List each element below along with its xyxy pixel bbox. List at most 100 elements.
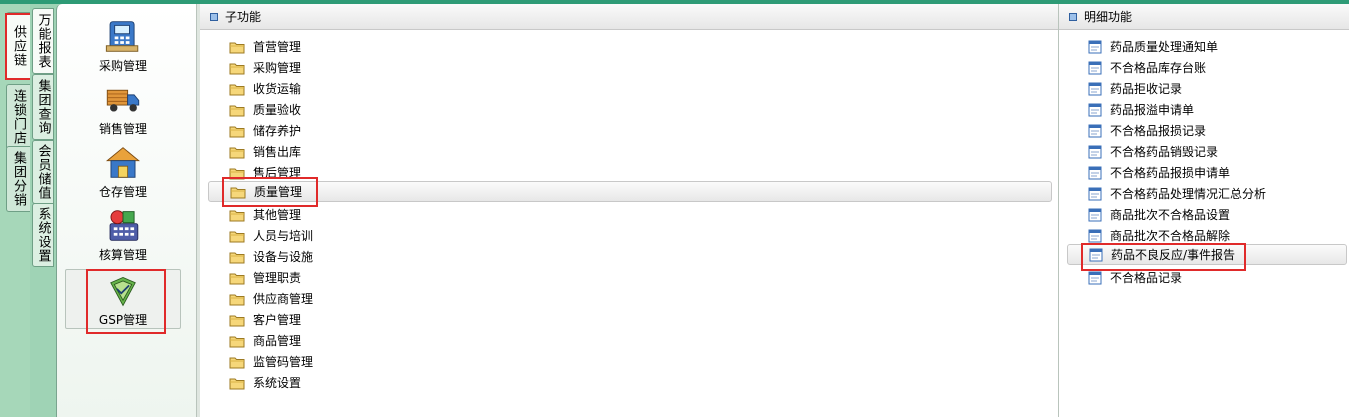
folder-icon (229, 336, 245, 347)
module-list: 采购管理 销售管理 仓存管理 核算管理 GSP管理 (56, 4, 196, 417)
sub-function-item[interactable]: 采购管理 (229, 57, 301, 78)
item-label: 药品质量处理通知单 (1110, 40, 1219, 54)
panel-title: 明细功能 (1084, 10, 1133, 24)
module-label: 采购管理 (98, 59, 147, 73)
folder-icon (229, 42, 245, 53)
item-label: 商品批次不合格品解除 (1110, 229, 1231, 243)
folder-icon (229, 147, 245, 158)
detail-function-item[interactable]: 不合格品库存台账 (1088, 57, 1206, 78)
header-bullet-icon (1069, 12, 1077, 21)
folder-icon (229, 210, 245, 221)
module-sales[interactable]: 销售管理 (65, 77, 181, 137)
outer-tab-group-distribution[interactable]: 集团分销 (6, 146, 30, 212)
detail-function-item[interactable]: 不合格药品处理情况汇总分析 (1088, 183, 1266, 204)
detail-function-item[interactable]: 药品质量处理通知单 (1088, 36, 1218, 57)
inner-tab-system-settings[interactable]: 系统设置 (32, 203, 54, 267)
sub-function-item[interactable]: 质量验收 (229, 99, 301, 120)
item-label: 售后管理 (253, 166, 302, 180)
item-label: 管理职责 (253, 271, 302, 285)
sub-function-item[interactable]: 质量管理 (208, 181, 1052, 202)
item-label: 商品管理 (253, 334, 302, 348)
detail-function-item[interactable]: 不合格品报损记录 (1088, 120, 1206, 141)
sub-function-item[interactable]: 设备与设施 (229, 246, 313, 267)
sub-function-item[interactable]: 客户管理 (229, 309, 301, 330)
sub-function-item[interactable]: 收货运输 (229, 78, 301, 99)
detail-function-item[interactable]: 不合格药品销毁记录 (1088, 141, 1218, 162)
truck-icon (106, 89, 140, 112)
header-bullet-icon (210, 12, 218, 21)
sub-function-item[interactable]: 商品管理 (229, 330, 301, 351)
folder-icon (229, 105, 245, 116)
sub-function-item[interactable]: 销售出库 (229, 141, 301, 162)
item-label: 人员与培训 (253, 229, 314, 243)
document-icon (1088, 271, 1102, 284)
item-label: 客户管理 (253, 313, 302, 327)
sub-function-item[interactable]: 储存养护 (229, 120, 301, 141)
document-icon (1088, 61, 1102, 74)
calculator-icon (109, 210, 139, 241)
folder-icon (229, 357, 245, 368)
panel-title: 子功能 (225, 10, 262, 24)
folder-icon (229, 294, 245, 305)
outer-tab-chain-stores[interactable]: 连锁门店 (6, 84, 30, 150)
folder-icon (229, 168, 245, 179)
item-label: 商品批次不合格品设置 (1110, 208, 1231, 222)
inner-tab-universal-reports[interactable]: 万能报表 (32, 8, 54, 74)
folder-icon (229, 273, 245, 284)
module-warehouse[interactable]: 仓存管理 (65, 140, 181, 200)
item-label: 不合格品库存台账 (1110, 61, 1207, 75)
folder-icon (229, 63, 245, 74)
folder-icon (229, 231, 245, 242)
folder-icon (229, 252, 245, 263)
item-label: 质量管理 (254, 185, 303, 199)
inner-tab-member-stored-value[interactable]: 会员储值 (32, 140, 54, 204)
warehouse-icon (105, 147, 141, 178)
folder-icon (229, 378, 245, 389)
document-icon (1088, 166, 1102, 179)
sub-function-item[interactable]: 售后管理 (229, 162, 301, 183)
inner-tab-group-query[interactable]: 集团查询 (32, 74, 54, 140)
detail-function-item[interactable]: 药品不良反应/事件报告 (1067, 244, 1347, 265)
module-accounting[interactable]: 核算管理 (65, 203, 181, 263)
sub-function-item[interactable]: 系统设置 (229, 372, 301, 393)
cash-register-icon (105, 21, 139, 52)
document-icon (1088, 208, 1102, 221)
inner-tab-strip: 万能报表 集团查询 会员储值 系统设置 (30, 4, 56, 417)
module-label: 核算管理 (98, 248, 147, 262)
item-label: 供应商管理 (253, 292, 314, 306)
document-icon (1088, 124, 1102, 137)
sub-function-item[interactable]: 监管码管理 (229, 351, 313, 372)
document-icon (1089, 248, 1103, 261)
sub-function-item[interactable]: 供应商管理 (229, 288, 313, 309)
sub-function-item[interactable]: 首营管理 (229, 36, 301, 57)
folder-icon (229, 126, 245, 137)
document-icon (1088, 82, 1102, 95)
detail-function-item[interactable]: 不合格品记录 (1088, 267, 1182, 288)
item-label: 药品报溢申请单 (1110, 103, 1195, 117)
item-label: 不合格药品处理情况汇总分析 (1110, 187, 1267, 201)
module-purchasing[interactable]: 采购管理 (65, 14, 181, 74)
detail-function-item[interactable]: 不合格药品报损申请单 (1088, 162, 1230, 183)
document-icon (1088, 103, 1102, 116)
detail-function-item[interactable]: 商品批次不合格品解除 (1088, 225, 1230, 246)
detail-function-item[interactable]: 药品拒收记录 (1088, 78, 1182, 99)
outer-tab-supply-chain[interactable]: 供应链 (6, 12, 30, 80)
sub-function-item[interactable]: 其他管理 (229, 204, 301, 225)
module-gsp[interactable]: GSP管理 (65, 269, 181, 329)
detail-function-item[interactable]: 商品批次不合格品设置 (1088, 204, 1230, 225)
module-label: GSP管理 (98, 313, 148, 327)
document-icon (1088, 187, 1102, 200)
document-icon (1088, 145, 1102, 158)
item-label: 设备与设施 (253, 250, 314, 264)
item-label: 监管码管理 (253, 355, 314, 369)
item-label: 不合格药品报损申请单 (1110, 166, 1231, 180)
sub-function-item[interactable]: 管理职责 (229, 267, 301, 288)
detail-function-item[interactable]: 药品报溢申请单 (1088, 99, 1194, 120)
folder-icon (230, 187, 246, 198)
item-label: 其他管理 (253, 208, 302, 222)
gsp-certificate-icon (110, 277, 136, 307)
sub-function-header: 子功能 (200, 4, 1058, 30)
sub-function-item[interactable]: 人员与培训 (229, 225, 313, 246)
item-label: 不合格品记录 (1110, 271, 1183, 285)
item-label: 不合格品报损记录 (1110, 124, 1207, 138)
